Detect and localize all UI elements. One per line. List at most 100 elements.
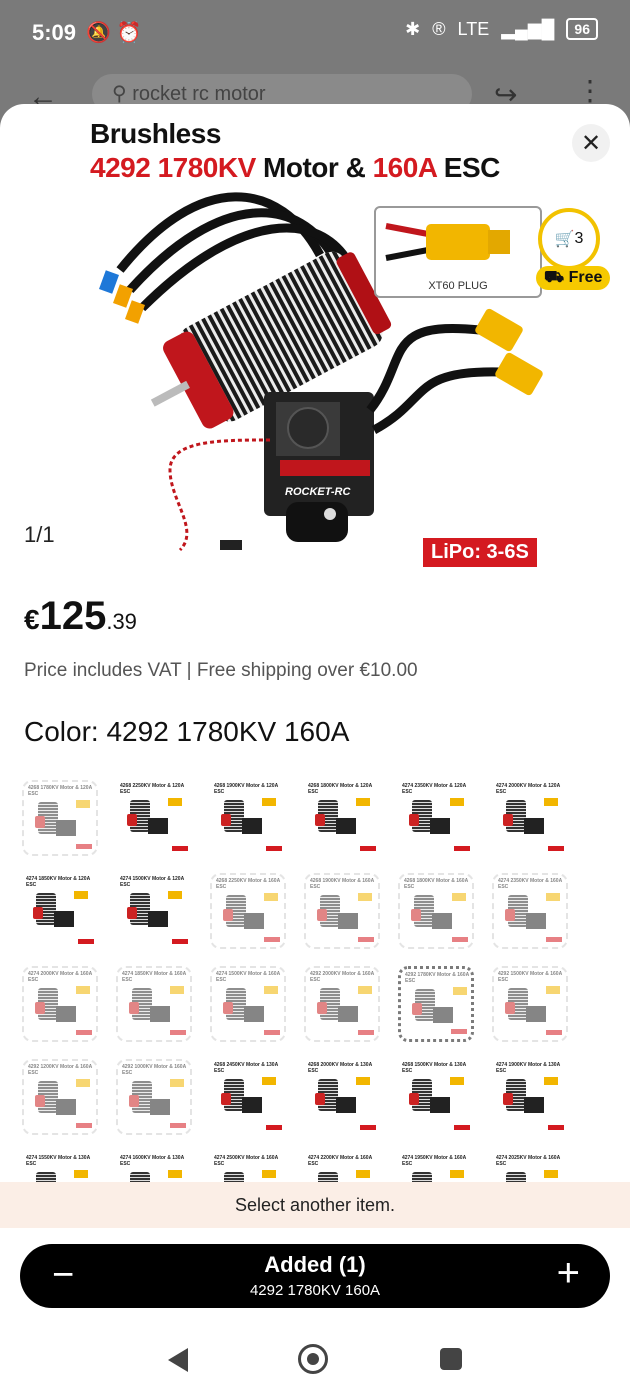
network-label: LTE <box>457 18 490 39</box>
swatch-lipo-graphic <box>546 1030 562 1035</box>
close-button[interactable]: ✕ <box>572 124 610 162</box>
swatch-title: 4292 2000KV Motor & 160A ESC <box>310 971 375 983</box>
swatch-lipo-graphic <box>358 1030 374 1035</box>
color-swatch[interactable]: 4268 2250KV Motor & 160A ESC <box>210 873 286 949</box>
swatch-plug-graphic <box>452 893 466 901</box>
xt60-plug-inset: XT60 PLUG <box>374 206 542 298</box>
color-swatch[interactable]: 4268 2250KV Motor & 120A ESC <box>116 780 192 856</box>
swatch-esc-graphic <box>242 818 262 834</box>
swatch-lipo-graphic <box>548 846 564 851</box>
color-swatch[interactable]: 4274 1500KV Motor & 120A ESC <box>116 873 192 949</box>
nav-recents-button[interactable] <box>440 1348 462 1370</box>
swatch-plug-graphic <box>356 1170 370 1178</box>
color-swatch[interactable]: 4274 2350KV Motor & 120A ESC <box>398 780 474 856</box>
swatch-plug-graphic <box>168 891 182 899</box>
nav-home-button[interactable] <box>298 1344 328 1374</box>
swatch-plug-graphic <box>76 800 90 808</box>
toast-message: Select another item. <box>0 1182 630 1228</box>
swatch-title: 4274 1550KV Motor & 130A ESC <box>26 1155 91 1167</box>
color-swatch[interactable]: 4274 2350KV Motor & 160A ESC <box>492 873 568 949</box>
swatch-mcap-graphic <box>223 909 233 921</box>
swatch-esc-graphic <box>148 911 168 927</box>
swatch-mcap-graphic <box>315 814 325 826</box>
product-image[interactable]: Brushless 4292 1780KV Motor & 160A ESC R… <box>80 110 550 570</box>
swatch-title: 4274 2500KV Motor & 160A ESC <box>214 1155 279 1167</box>
swatch-lipo-graphic <box>546 937 562 942</box>
cart-button[interactable]: 🛒 3 <box>538 208 600 270</box>
swatch-mcap-graphic <box>503 1093 513 1105</box>
color-swatch[interactable]: 4274 1900KV Motor & 130A ESC <box>492 1059 568 1135</box>
swatch-esc-graphic <box>433 1007 453 1023</box>
swatch-mcap-graphic <box>127 814 137 826</box>
swatch-mcap-graphic <box>411 909 421 921</box>
color-swatch[interactable]: 4292 1000KV Motor & 160A ESC <box>116 1059 192 1135</box>
swatch-esc-graphic <box>336 818 356 834</box>
swatch-esc-graphic <box>56 1006 76 1022</box>
price-decimal: .39 <box>106 609 137 634</box>
system-navigation-bar <box>0 1334 630 1400</box>
swatch-plug-graphic <box>453 987 467 995</box>
swatch-plug-graphic <box>358 893 372 901</box>
swatch-plug-graphic <box>356 798 370 806</box>
signal-icon: ▂▄▆█ <box>501 18 555 39</box>
color-swatch[interactable]: 4292 2000KV Motor & 160A ESC <box>304 966 380 1042</box>
status-time: 5:09 <box>32 20 77 45</box>
color-swatch[interactable]: 4268 1500KV Motor & 130A ESC <box>398 1059 474 1135</box>
swatch-title: 4292 1200KV Motor & 160A ESC <box>28 1064 93 1076</box>
color-swatch[interactable]: 4274 2000KV Motor & 120A ESC <box>492 780 568 856</box>
color-swatch[interactable]: 4274 1850KV Motor & 160A ESC <box>116 966 192 1042</box>
swatch-plug-graphic <box>544 1077 558 1085</box>
swatch-lipo-graphic <box>358 937 374 942</box>
color-swatch[interactable]: 4274 1850KV Motor & 120A ESC <box>22 873 98 949</box>
swatch-esc-graphic <box>56 1099 76 1115</box>
color-swatch[interactable]: 4268 1800KV Motor & 120A ESC <box>304 780 380 856</box>
color-swatch[interactable]: 4268 1900KV Motor & 120A ESC <box>210 780 286 856</box>
swatch-esc-graphic <box>54 911 74 927</box>
swatch-mcap-graphic <box>223 1002 233 1014</box>
swatch-mcap-graphic <box>505 909 515 921</box>
esc-brand-text: ROCKET-RC <box>285 486 351 498</box>
swatch-plug-graphic <box>74 1170 88 1178</box>
swatch-title: 4268 2000KV Motor & 130A ESC <box>308 1062 373 1074</box>
plug-label: XT60 PLUG <box>428 280 488 292</box>
color-swatch[interactable]: 4268 1780KV Motor & 120A ESC <box>22 780 98 856</box>
swatch-title: 4268 2450KV Motor & 130A ESC <box>214 1062 279 1074</box>
swatch-mcap-graphic <box>505 1002 515 1014</box>
swatch-plug-graphic <box>544 1170 558 1178</box>
color-swatch[interactable]: 4274 2000KV Motor & 160A ESC <box>22 966 98 1042</box>
swatch-esc-graphic <box>430 818 450 834</box>
swatch-title: 4274 1500KV Motor & 120A ESC <box>120 876 185 888</box>
swatch-esc-graphic <box>56 820 76 836</box>
swatch-title: 4292 1000KV Motor & 160A ESC <box>122 1064 187 1076</box>
free-shipping-chip: ⛟ Free <box>536 266 611 290</box>
color-swatch[interactable]: 4268 1800KV Motor & 160A ESC <box>398 873 474 949</box>
swatch-plug-graphic <box>544 798 558 806</box>
color-swatch[interactable]: 4292 1200KV Motor & 160A ESC <box>22 1059 98 1135</box>
swatch-lipo-graphic <box>454 846 470 851</box>
nav-back-button[interactable] <box>168 1348 188 1372</box>
color-swatch[interactable]: 4292 1500KV Motor & 160A ESC <box>492 966 568 1042</box>
swatch-lipo-graphic <box>170 1123 186 1128</box>
swatch-title: 4268 1800KV Motor & 120A ESC <box>308 783 373 795</box>
swatch-mcap-graphic <box>412 1003 422 1015</box>
swatch-title: 4274 1850KV Motor & 160A ESC <box>122 971 187 983</box>
swatch-lipo-graphic <box>170 1030 186 1035</box>
swatch-esc-graphic <box>244 1006 264 1022</box>
swatch-plug-graphic <box>76 986 90 994</box>
swatch-title: 4268 1500KV Motor & 130A ESC <box>402 1062 467 1074</box>
color-swatch[interactable]: 4274 1500KV Motor & 160A ESC <box>210 966 286 1042</box>
swatch-lipo-graphic <box>172 846 188 851</box>
swatch-title: 4268 1800KV Motor & 160A ESC <box>404 878 469 890</box>
swatch-plug-graphic <box>262 1077 276 1085</box>
color-swatch[interactable]: 4268 1900KV Motor & 160A ESC <box>304 873 380 949</box>
swatch-title: 4274 1950KV Motor & 160A ESC <box>402 1155 467 1167</box>
swatch-lipo-graphic <box>76 1030 92 1035</box>
color-swatch[interactable]: 4268 2000KV Motor & 130A ESC <box>304 1059 380 1135</box>
color-swatch[interactable]: 4292 1780KV Motor & 160A ESC <box>398 966 474 1042</box>
swatch-esc-graphic <box>336 1097 356 1113</box>
swatch-plug-graphic <box>546 986 560 994</box>
swatch-lipo-graphic <box>548 1125 564 1130</box>
increase-quantity-button[interactable]: + <box>557 1250 580 1296</box>
cart-icon: 🛒 <box>554 231 575 248</box>
color-swatch[interactable]: 4268 2450KV Motor & 130A ESC <box>210 1059 286 1135</box>
